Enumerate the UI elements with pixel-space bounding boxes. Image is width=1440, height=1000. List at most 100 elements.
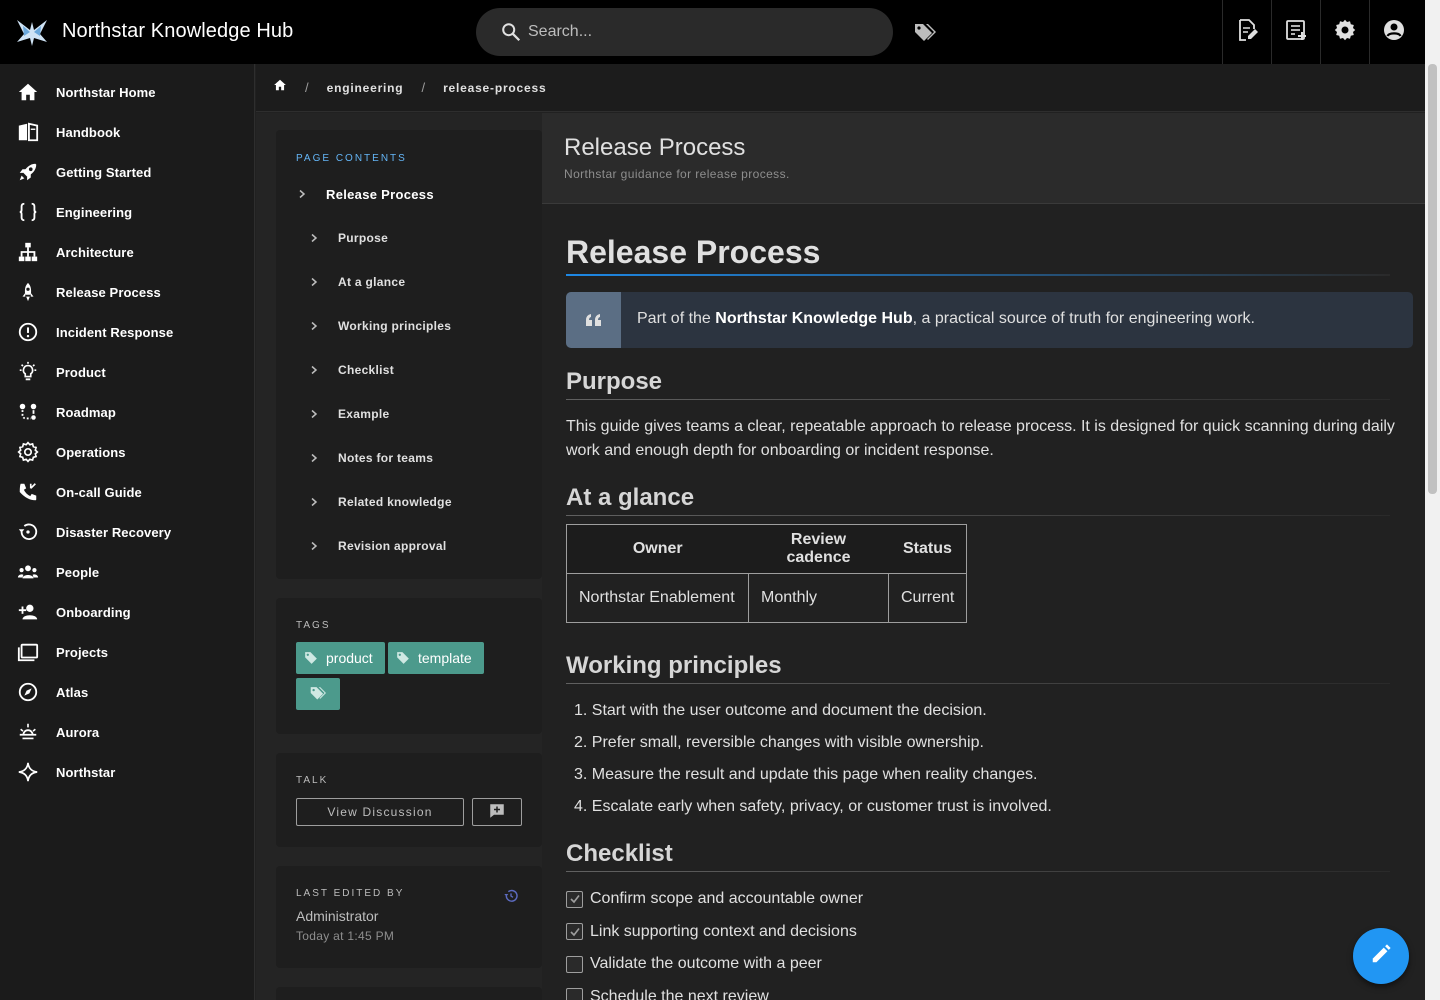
sidebar-item-release-process[interactable]: Release Process (0, 272, 254, 312)
extra-card (276, 987, 542, 1000)
talk-card: TALK View Discussion (276, 753, 542, 847)
sidebar-item-label: People (56, 564, 100, 580)
sidebar-item-operations[interactable]: Operations (0, 432, 254, 472)
logo-icon[interactable] (15, 16, 49, 48)
toc-item-revision-approval[interactable]: Revision approval (306, 538, 446, 554)
sidebar-item-projects[interactable]: Projects (0, 632, 254, 672)
checklist-item: Confirm scope and accountable owner (566, 890, 863, 908)
page-subtitle: Northstar guidance for release process. (564, 167, 790, 181)
sidebar-item-label: Northstar (56, 764, 116, 780)
sidebar-item-product[interactable]: Product (0, 352, 254, 392)
scrollbar-thumb[interactable] (1428, 64, 1437, 494)
tag-label: template (418, 650, 472, 666)
tag-chip-product[interactable]: product (296, 642, 385, 674)
sidebar-item-label: Incident Response (56, 324, 174, 340)
purpose-heading: Purpose (566, 368, 663, 395)
account-circle-icon (1382, 18, 1406, 47)
working-principles-heading: Working principles (566, 652, 782, 679)
sidebar-item-incident-response[interactable]: Incident Response (0, 312, 254, 352)
home-icon[interactable] (273, 78, 287, 97)
toc-item-example[interactable]: Example (306, 406, 389, 422)
sidebar-item-aurora[interactable]: Aurora (0, 712, 254, 752)
sidebar-item-onboarding[interactable]: Onboarding (0, 592, 254, 632)
sidebar-item-disaster-recovery[interactable]: Disaster Recovery (0, 512, 254, 552)
book-icon (16, 120, 40, 144)
search-icon (500, 21, 522, 43)
app-title[interactable]: Northstar Knowledge Hub (62, 20, 293, 43)
toc-title: PAGE CONTENTS (296, 153, 407, 164)
browse-tags-button[interactable] (296, 678, 340, 710)
tags-icon[interactable] (910, 18, 940, 46)
checkbox[interactable] (566, 955, 583, 973)
search-input[interactable] (528, 20, 858, 44)
heading-rule (566, 515, 1390, 516)
checkbox-checked[interactable] (566, 923, 583, 940)
edit-time: Today at 1:45 PM (296, 929, 395, 943)
sidebar-item-engineering[interactable]: Engineering (0, 192, 254, 232)
search-bar[interactable] (476, 8, 893, 56)
sidebar-item-architecture[interactable]: Architecture (0, 232, 254, 272)
toc-item-checklist[interactable]: Checklist (306, 362, 394, 378)
settings-button[interactable] (1320, 0, 1368, 64)
breadcrumb-item[interactable]: engineering (327, 81, 404, 95)
toc-card: PAGE CONTENTS Release Process Purpose At … (276, 130, 542, 579)
map-marker-path-icon (16, 400, 40, 424)
table-header: Status (888, 524, 967, 574)
toc-item-purpose[interactable]: Purpose (306, 230, 388, 246)
checklist-label: Schedule the next review (590, 987, 769, 1000)
purpose-text: This guide gives teams a clear, repeatab… (566, 418, 1395, 459)
edit-fab-button[interactable] (1353, 928, 1409, 984)
sidebar-item-getting-started[interactable]: Getting Started (0, 152, 254, 192)
star-four-points-icon (16, 760, 40, 784)
checkbox-checked[interactable] (566, 890, 583, 908)
toc-item-release-process[interactable]: Release Process (294, 186, 434, 202)
view-discussion-button[interactable]: View Discussion (296, 798, 464, 826)
page-title: Release Process (564, 134, 746, 161)
sidebar-item-northstar[interactable]: Northstar (0, 752, 254, 792)
heading-rule (566, 871, 1390, 872)
toc-item-at-a-glance[interactable]: At a glance (306, 274, 405, 290)
chevron-right-icon (306, 494, 322, 510)
checkbox[interactable] (566, 988, 583, 1000)
sidebar-item-label: Product (56, 364, 106, 380)
tags-title: TAGS (296, 620, 331, 631)
list-item: 1. Start with the user outcome and docum… (574, 702, 987, 719)
tag-icon (304, 650, 320, 666)
sidebar-item-roadmap[interactable]: Roadmap (0, 392, 254, 432)
sidebar-item-label: Engineering (56, 204, 133, 220)
heading-rule (566, 399, 1390, 400)
table-cell: Northstar Enablement (566, 573, 749, 623)
list-item: 3. Measure the result and update this pa… (574, 766, 1038, 783)
sidebar-item-handbook[interactable]: Handbook (0, 112, 254, 152)
history-icon[interactable] (503, 888, 519, 909)
breadcrumb-separator: / (421, 80, 426, 95)
toc-item-working-principles[interactable]: Working principles (306, 318, 451, 334)
comment-plus-icon (488, 802, 506, 823)
add-comment-button[interactable] (472, 798, 522, 826)
new-page-button[interactable] (1271, 0, 1319, 64)
toc-item-notes-for-teams[interactable]: Notes for teams (306, 450, 433, 466)
rocket-launch-icon (16, 280, 40, 304)
tag-icon (396, 650, 412, 666)
top-app-bar: Northstar Knowledge Hub (0, 0, 1425, 64)
breadcrumb: / engineering / release-process (256, 64, 1425, 112)
at-a-glance-table: Owner Review cadence Status Northstar En… (566, 524, 968, 623)
tag-chip-template[interactable]: template (388, 642, 484, 674)
edit-page-button[interactable] (1222, 0, 1270, 64)
sidebar-item-on-call-guide[interactable]: On-call Guide (0, 472, 254, 512)
sidebar-item-atlas[interactable]: Atlas (0, 672, 254, 712)
breadcrumb-separator: / (305, 80, 309, 95)
page-scrollbar[interactable] (1425, 0, 1440, 1000)
sidebar-item-people[interactable]: People (0, 552, 254, 592)
editor-name[interactable]: Administrator (296, 908, 378, 924)
sidebar-item-northstar-home[interactable]: Northstar Home (0, 72, 254, 112)
phone-icon (16, 480, 40, 504)
heading-rule (566, 274, 1390, 276)
toc-item-label: Revision approval (338, 539, 447, 553)
blockquote-text: Part of the Northstar Knowledge Hub, a p… (637, 310, 1255, 327)
table-cell: Monthly (748, 573, 889, 623)
breadcrumb-item[interactable]: release-process (443, 81, 546, 95)
heading-rule (566, 683, 1390, 684)
toc-item-related-knowledge[interactable]: Related knowledge (306, 494, 452, 510)
account-button[interactable] (1369, 0, 1417, 64)
